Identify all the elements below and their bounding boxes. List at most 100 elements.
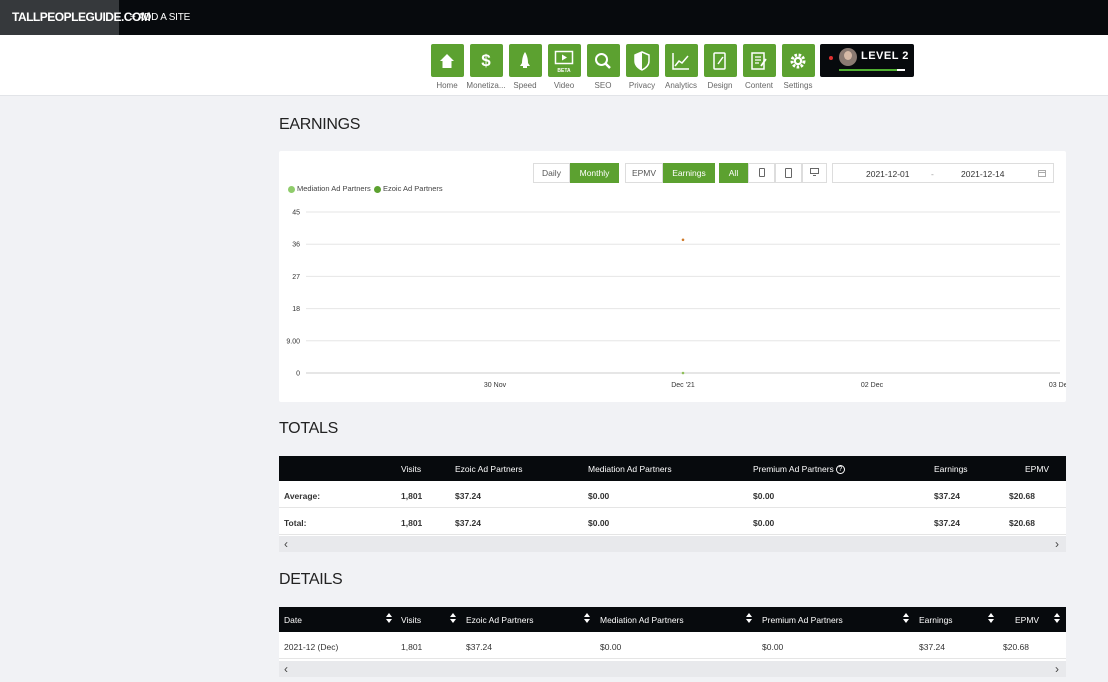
- site-name-button[interactable]: TALLPEOPLEGUIDE.COM: [0, 0, 151, 35]
- col-premium: Premium Ad Partners?: [753, 464, 845, 475]
- nav-seo[interactable]: SEO: [586, 44, 620, 90]
- beta-badge: BETA: [557, 68, 571, 74]
- y-tick-label: 0: [296, 371, 300, 378]
- sort-icon[interactable]: [746, 613, 752, 623]
- cell-earnings: $37.24: [934, 491, 960, 501]
- y-tick-label: 36: [292, 242, 300, 249]
- details-scrollbar[interactable]: ‹ ›: [279, 661, 1066, 677]
- sort-icon[interactable]: [903, 613, 909, 623]
- gear-icon: [781, 44, 815, 77]
- totals-title: TOTALS: [279, 420, 338, 437]
- y-tick-label: 9.00: [286, 338, 300, 345]
- cell-epmv: $20.68: [1009, 491, 1035, 501]
- sort-icon[interactable]: [1054, 613, 1060, 623]
- col-visits: Visits: [401, 464, 422, 474]
- pencil-device-icon: [703, 44, 737, 77]
- y-tick-label: 18: [292, 306, 300, 313]
- cell-mediation: $0.00: [588, 491, 610, 501]
- nav-monetization[interactable]: $ Monetiza...: [466, 44, 506, 90]
- cell-visits: 1,801: [401, 642, 423, 652]
- nav-content[interactable]: Content: [742, 44, 776, 90]
- cell-earnings: $37.24: [919, 642, 945, 652]
- level-progress-bar: [839, 69, 905, 71]
- avatar: [839, 48, 857, 66]
- scroll-left-icon[interactable]: ‹: [284, 537, 288, 551]
- sort-icon[interactable]: [988, 613, 994, 623]
- cell-ezoic: $37.24: [455, 491, 481, 501]
- cell-premium: $0.00: [753, 518, 775, 528]
- cell-premium: $0.00: [762, 642, 784, 652]
- notification-dot: [829, 56, 833, 60]
- nav-home[interactable]: Home: [430, 44, 464, 90]
- nav-analytics[interactable]: Analytics: [664, 44, 698, 90]
- document-edit-icon: [742, 44, 776, 77]
- col-earnings[interactable]: Earnings: [919, 615, 953, 625]
- rocket-icon: [508, 44, 542, 77]
- totals-table: Visits Ezoic Ad Partners Mediation Ad Pa…: [279, 456, 1066, 552]
- totals-scrollbar[interactable]: ‹ ›: [279, 536, 1066, 552]
- line-chart-icon: [664, 44, 698, 77]
- col-mediation: Mediation Ad Partners: [588, 464, 672, 474]
- sort-icon[interactable]: [450, 613, 456, 623]
- cell-epmv: $20.68: [1009, 518, 1035, 528]
- magnifier-icon: [586, 44, 620, 77]
- details-header: Date Visits Ezoic Ad Partners Mediation …: [279, 607, 1066, 632]
- totals-row-average: Average: 1,801 $37.24 $0.00 $0.00 $37.24…: [279, 481, 1066, 508]
- sort-icon[interactable]: [386, 613, 392, 623]
- cell-mediation: $0.00: [588, 518, 610, 528]
- x-tick-label: 30 Nov: [484, 382, 507, 389]
- cell-ezoic: $37.24: [455, 518, 481, 528]
- cell-epmv: $20.68: [1003, 642, 1029, 652]
- data-point: [681, 238, 685, 242]
- table-row: 2021-12 (Dec) 1,801 $37.24 $0.00 $0.00 $…: [279, 632, 1066, 659]
- col-ezoic: Ezoic Ad Partners: [455, 464, 523, 474]
- cell-visits: 1,801: [401, 491, 423, 501]
- cell-visits: 1,801: [401, 518, 423, 528]
- nav-settings[interactable]: Settings: [781, 44, 815, 90]
- video-icon: BETA: [547, 44, 581, 77]
- nav-privacy[interactable]: Privacy: [625, 44, 659, 90]
- level-badge[interactable]: LEVEL 2: [820, 44, 914, 77]
- scroll-right-icon[interactable]: ›: [1055, 537, 1059, 551]
- scroll-left-icon[interactable]: ‹: [284, 662, 288, 676]
- dollar-icon: $: [469, 44, 503, 77]
- nav-speed[interactable]: Speed: [508, 44, 542, 90]
- col-epmv[interactable]: EPMV: [1015, 615, 1039, 625]
- col-visits[interactable]: Visits: [401, 615, 421, 625]
- level-label: LEVEL 2: [861, 50, 909, 62]
- nav-design[interactable]: Design: [703, 44, 737, 90]
- scroll-right-icon[interactable]: ›: [1055, 662, 1059, 676]
- top-bar: TALLPEOPLEGUIDE.COM + ADD A SITE: [0, 0, 1108, 35]
- x-tick-label: 02 Dec: [861, 382, 884, 389]
- x-tick-label: Dec '21: [671, 382, 695, 389]
- col-ezoic[interactable]: Ezoic Ad Partners: [466, 615, 534, 625]
- cell-ezoic: $37.24: [466, 642, 492, 652]
- nav-video[interactable]: BETA Video: [547, 44, 581, 90]
- col-premium[interactable]: Premium Ad Partners: [762, 615, 843, 625]
- earnings-chart-card: Daily Monthly EPMV Earnings All 2021-12-…: [279, 151, 1066, 402]
- earnings-chart: 45 36 27 18 9.00 0 30 Nov Dec '21 02 Dec 03 Dec: [286, 210, 1066, 390]
- add-site-link[interactable]: + ADD A SITE: [130, 0, 190, 35]
- totals-header: Visits Ezoic Ad Partners Mediation Ad Pa…: [279, 456, 1066, 481]
- nav-label: Settings: [783, 81, 813, 90]
- cell-mediation: $0.00: [600, 642, 622, 652]
- help-icon[interactable]: ?: [835, 465, 845, 475]
- y-tick-label: 45: [292, 210, 300, 217]
- col-mediation[interactable]: Mediation Ad Partners: [600, 615, 684, 625]
- col-date[interactable]: Date: [284, 615, 302, 625]
- row-label: Average:: [284, 491, 321, 501]
- home-icon: [430, 44, 464, 77]
- col-premium-label: Premium Ad Partners: [753, 464, 834, 474]
- x-tick-label: 03 Dec: [1049, 382, 1066, 389]
- col-earnings: Earnings: [934, 464, 968, 474]
- shield-icon: [625, 44, 659, 77]
- row-label: Total:: [284, 518, 307, 528]
- cell-date: 2021-12 (Dec): [284, 642, 339, 652]
- main-nav: Home $ Monetiza... Speed BETA Video SEO …: [0, 35, 1108, 96]
- level-progress-end: [897, 69, 905, 71]
- details-title: DETAILS: [279, 571, 343, 588]
- earnings-title: EARNINGS: [279, 116, 361, 133]
- sort-icon[interactable]: [584, 613, 590, 623]
- y-tick-label: 27: [292, 274, 300, 281]
- col-epmv: EPMV: [1025, 464, 1050, 474]
